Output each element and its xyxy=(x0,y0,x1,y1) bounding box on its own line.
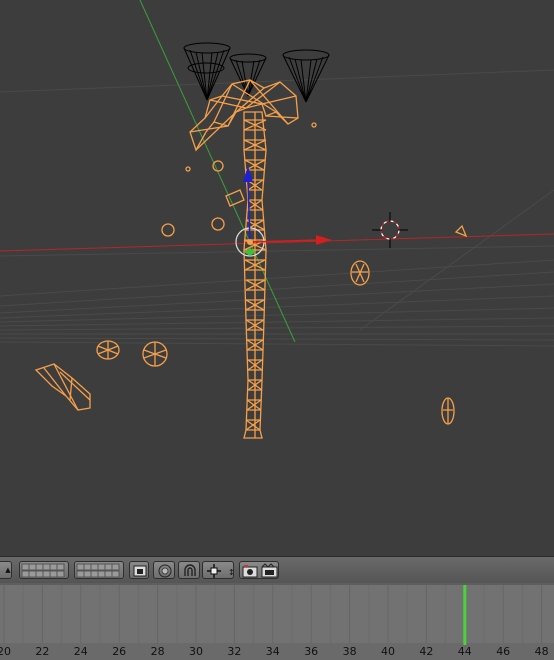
frame-label: 40 xyxy=(381,645,395,658)
frame-label: 24 xyxy=(73,645,88,658)
frame-label: 34 xyxy=(265,645,280,658)
scene-layers-a[interactable] xyxy=(19,561,69,579)
lock-camera-button[interactable] xyxy=(129,561,149,579)
frame-label: 26 xyxy=(112,645,127,658)
snap-element-dropdown[interactable]: ↕ xyxy=(202,561,235,579)
frame-label: 46 xyxy=(496,645,511,658)
render-buttons xyxy=(239,561,279,579)
spot-lamp-icon xyxy=(183,42,330,103)
proportional-edit-button[interactable] xyxy=(153,561,175,579)
lock-camera-icon xyxy=(133,565,147,577)
frame-label: 28 xyxy=(150,645,165,658)
render-animation-icon[interactable] xyxy=(261,563,278,578)
proportional-edit-icon xyxy=(158,564,172,578)
frame-label: 38 xyxy=(342,645,357,658)
scene-layers-b[interactable] xyxy=(74,561,124,579)
frame-label: 20 xyxy=(0,645,11,658)
frame-label: 22 xyxy=(35,645,50,658)
frame-label: 30 xyxy=(189,645,203,658)
dropdown-arrow-icon: ▲ xyxy=(5,566,11,574)
layer-buttons-icon[interactable] xyxy=(20,562,70,580)
svg-text:↕: ↕ xyxy=(228,568,235,577)
3d-viewport[interactable] xyxy=(0,0,554,556)
viewport-header: ▲ ↕ xyxy=(0,556,554,584)
frame-label: 48 xyxy=(534,645,549,658)
snap-target-icon: ↕ xyxy=(207,564,235,578)
frame-label: 44 xyxy=(457,645,472,658)
frame-label: 42 xyxy=(419,645,434,658)
snap-toggle-button[interactable] xyxy=(178,561,200,579)
3d-cursor-icon[interactable] xyxy=(372,212,408,248)
x-axis-line xyxy=(0,233,554,252)
mode-dropdown[interactable]: ▲ xyxy=(0,561,12,579)
snap-magnet-icon xyxy=(184,564,196,576)
frame-label: 32 xyxy=(227,645,242,658)
render-still-icon[interactable] xyxy=(242,565,258,578)
layer-buttons-icon[interactable] xyxy=(75,562,125,580)
viewport-canvas[interactable] xyxy=(0,0,554,556)
timeline-editor[interactable]: 20 22 24 26 28 30 32 34 36 38 40 42 44 46 48 xyxy=(0,583,554,660)
frame-label: 36 xyxy=(304,645,319,658)
selected-mesh xyxy=(34,79,468,439)
